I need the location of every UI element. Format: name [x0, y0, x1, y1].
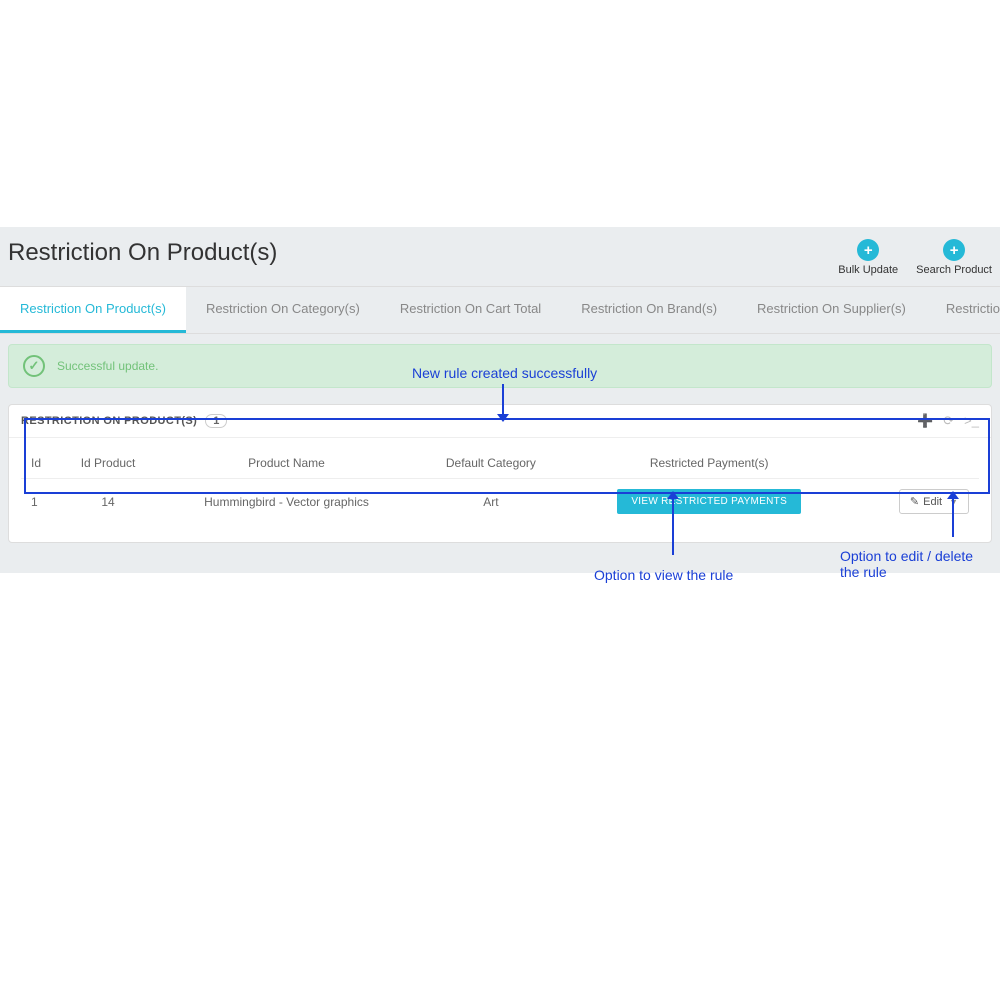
table-row: 1 14 Hummingbird - Vector graphics Art V…	[21, 479, 979, 525]
restrictions-table: Id Id Product Product Name Default Categ…	[21, 448, 979, 524]
annotation-new-rule: New rule created successfully	[412, 365, 597, 381]
arrow-head-up-icon	[667, 491, 679, 499]
tab-category[interactable]: Restriction On Category(s)	[186, 287, 380, 333]
cell-product-name: Hummingbird - Vector graphics	[157, 479, 416, 525]
arrow-line	[502, 384, 504, 416]
cell-id: 1	[21, 479, 59, 525]
search-product-button[interactable]: + Search Product	[916, 239, 992, 276]
search-product-label: Search Product	[916, 264, 992, 276]
panel: RESTRICTION ON PRODUCT(S) 1 ➕ ⟳ >_ Id Id…	[8, 404, 992, 543]
panel-count-badge: 1	[205, 414, 227, 428]
arrow-line	[952, 497, 954, 537]
pencil-icon: ✎	[910, 495, 919, 508]
refresh-icon[interactable]: ⟳	[943, 413, 954, 429]
tab-products[interactable]: Restriction On Product(s)	[0, 287, 186, 333]
tab-cart-total[interactable]: Restriction On Cart Total	[380, 287, 561, 333]
plus-icon: +	[943, 239, 965, 261]
col-product-name[interactable]: Product Name	[157, 448, 416, 479]
col-id[interactable]: Id	[21, 448, 59, 479]
tab-group[interactable]: Restriction On Group(s)	[926, 287, 1000, 333]
alert-text: Successful update.	[57, 359, 158, 373]
plus-icon: +	[857, 239, 879, 261]
terminal-icon[interactable]: >_	[964, 413, 979, 429]
annotation-view-rule: Option to view the rule	[594, 567, 733, 583]
view-restricted-payments-button[interactable]: VIEW RESTRICTED PAYMENTS	[617, 489, 801, 514]
arrow-head-up-icon	[947, 491, 959, 499]
bulk-update-label: Bulk Update	[838, 264, 898, 276]
col-restricted-payments[interactable]: Restricted Payment(s)	[566, 448, 853, 479]
arrow-head-down-icon	[497, 414, 509, 422]
tab-supplier[interactable]: Restriction On Supplier(s)	[737, 287, 926, 333]
arrow-line	[672, 497, 674, 555]
page-title: Restriction On Product(s)	[8, 239, 838, 267]
annotation-edit-delete: Option to edit / delete the rule	[840, 548, 990, 580]
tab-bar: Restriction On Product(s) Restriction On…	[0, 287, 1000, 334]
tab-brand[interactable]: Restriction On Brand(s)	[561, 287, 737, 333]
cell-id-product: 14	[59, 479, 157, 525]
add-icon[interactable]: ➕	[917, 413, 933, 429]
panel-title: RESTRICTION ON PRODUCT(S)	[21, 415, 197, 427]
edit-label: Edit	[923, 496, 942, 508]
bulk-update-button[interactable]: + Bulk Update	[838, 239, 898, 276]
col-default-category[interactable]: Default Category	[416, 448, 566, 479]
cell-default-category: Art	[416, 479, 566, 525]
check-icon: ✓	[23, 355, 45, 377]
col-id-product[interactable]: Id Product	[59, 448, 157, 479]
